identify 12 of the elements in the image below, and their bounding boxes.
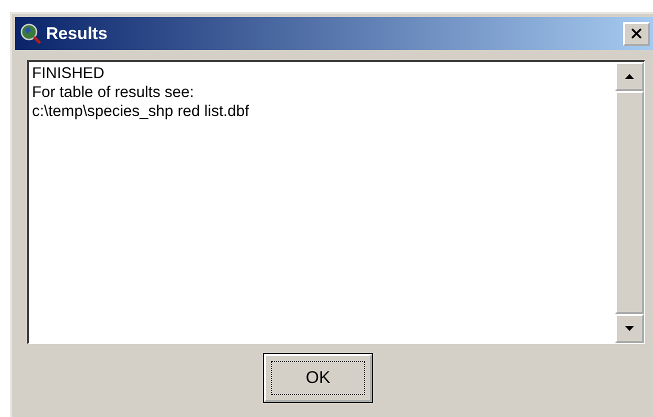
close-icon [631,28,642,39]
window-title: Results [46,24,108,44]
scroll-down-icon [625,326,634,331]
output-line: For table of results see: [32,83,195,102]
output-line: c:\temp\species_shp red list.dbf [32,102,250,121]
close-button[interactable] [623,22,650,46]
globe-magnifier-icon [20,22,42,44]
scroll-up-icon [625,74,634,79]
results-text-area[interactable]: FINISHED For table of results see: c:\temp\species_shp red list.dbf [27,60,645,344]
output-line: FINISHED [32,64,106,83]
scrollbar[interactable] [615,62,644,343]
ok-button[interactable]: OK [264,354,372,402]
